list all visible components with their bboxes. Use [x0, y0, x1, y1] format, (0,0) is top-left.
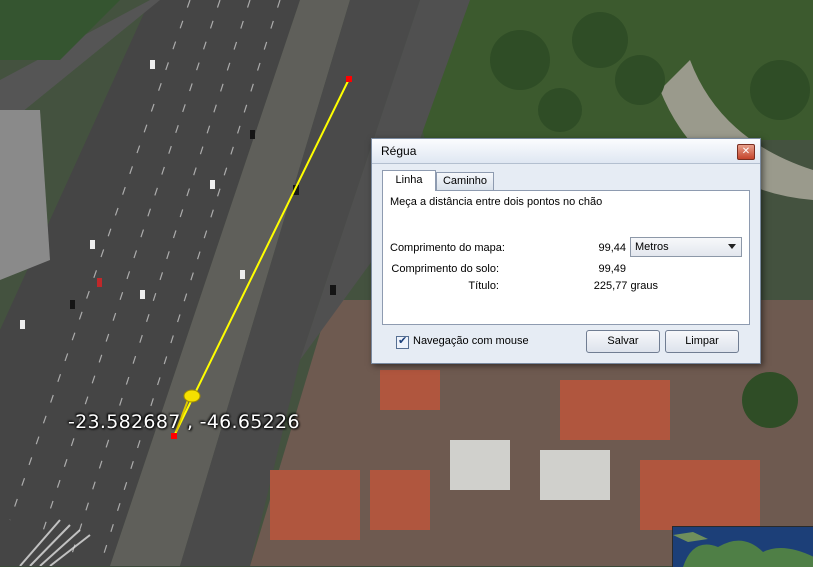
measurement-end-point[interactable]: [171, 433, 177, 439]
overview-minimap[interactable]: [672, 526, 813, 567]
measurement-start-point[interactable]: [346, 76, 352, 82]
mouse-navigation-checkbox[interactable]: ✔: [396, 334, 409, 349]
heading-value: 225,77 graus: [593, 280, 658, 292]
ground-length-value: 99,49: [598, 263, 626, 275]
heading-label: Título:: [468, 280, 499, 292]
map-length-label: Comprimento do mapa:: [390, 242, 505, 254]
unit-select[interactable]: Metros: [630, 237, 742, 257]
close-button[interactable]: ✕: [737, 144, 755, 160]
tab-path[interactable]: Caminho: [436, 172, 494, 190]
line-tab-panel: Meça a distância entre dois pontos no ch…: [382, 190, 750, 325]
dialog-title: Régua: [381, 144, 417, 158]
unit-select-value: Metros: [635, 241, 669, 253]
dialog-titlebar[interactable]: Régua ✕: [372, 139, 760, 164]
checkmark-icon: ✔: [398, 334, 408, 347]
coordinates-label: -23.582687 , -46.65226: [68, 411, 300, 433]
ground-length-label: Comprimento do solo:: [391, 263, 499, 275]
map-length-value: 99,44: [598, 242, 626, 254]
save-button[interactable]: Salvar: [586, 330, 660, 353]
ruler-description: Meça a distância entre dois pontos no ch…: [390, 196, 603, 208]
mouse-navigation-label: Navegação com mouse: [413, 335, 529, 347]
clear-button[interactable]: Limpar: [665, 330, 739, 353]
chevron-down-icon: [728, 244, 736, 249]
tab-line[interactable]: Linha: [382, 170, 436, 191]
ruler-dialog: Régua ✕ Linha Caminho Meça a distância e…: [371, 138, 761, 364]
